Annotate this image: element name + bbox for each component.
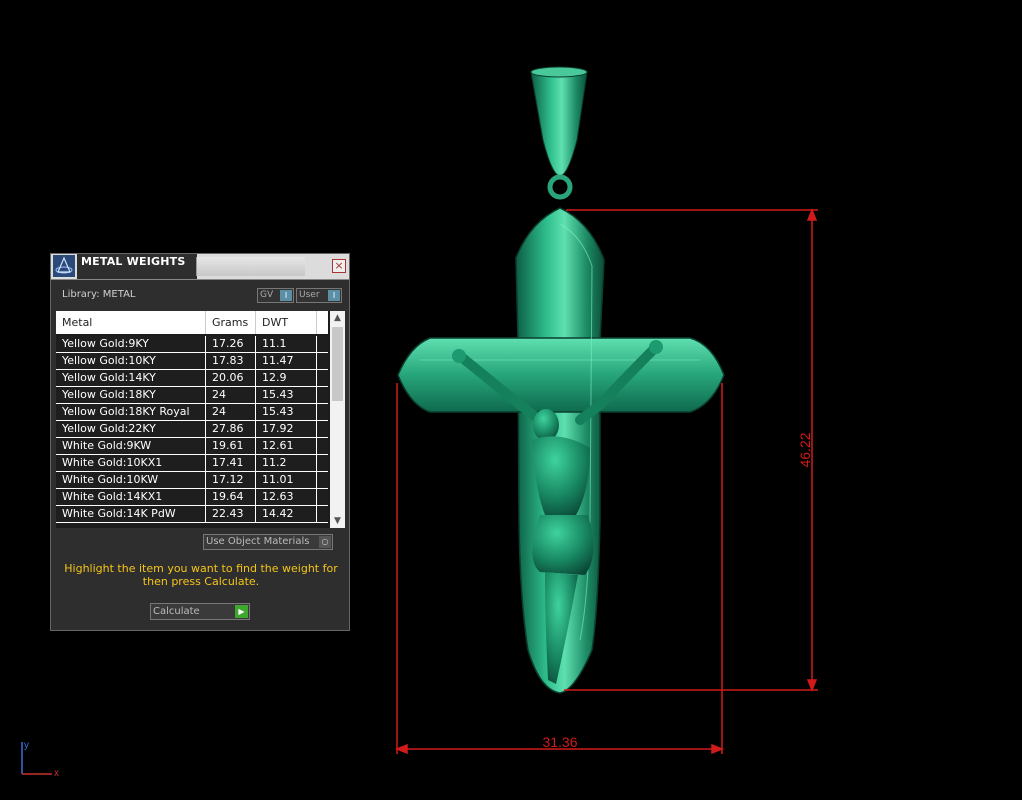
grams-cell: 20.06 <box>206 370 256 386</box>
grams-cell: 17.83 <box>206 353 256 369</box>
metal-cell: White Gold:10KX1 <box>56 455 206 471</box>
metal-cell: Yellow Gold:18KY Royal <box>56 404 206 420</box>
metal-weights-panel: METAL WEIGHTS × Library: METAL GV I User… <box>50 253 350 631</box>
dwt-cell: 12.61 <box>256 438 317 454</box>
metal-cell: Yellow Gold:9KY <box>56 336 206 352</box>
axis-y-label: y <box>24 740 29 751</box>
spacer-cell <box>317 438 328 454</box>
table-row[interactable]: White Gold:14K PdW 22.43 14.42 <box>56 506 328 523</box>
spacer-cell <box>317 472 328 488</box>
dwt-cell: 17.92 <box>256 421 317 437</box>
dwt-cell: 15.43 <box>256 387 317 403</box>
spacer-cell <box>317 421 328 437</box>
width-dimension-label: 31.36 <box>542 734 577 750</box>
metal-cell: White Gold:14K PdW <box>56 506 206 522</box>
column-header-spacer <box>317 311 328 334</box>
calculate-label: Calculate <box>153 606 200 617</box>
metal-cell: White Gold:9KW <box>56 438 206 454</box>
spacer-cell <box>317 506 328 522</box>
dwt-cell: 15.43 <box>256 404 317 420</box>
gv-toggle-label: GV <box>260 290 274 300</box>
close-button[interactable]: × <box>332 259 346 273</box>
panel-title: METAL WEIGHTS <box>81 255 186 268</box>
spacer-cell <box>317 336 328 352</box>
table-row[interactable]: Yellow Gold:22KY 27.86 17.92 <box>56 421 328 438</box>
table-scrollbar[interactable]: ▲ ▼ <box>330 311 345 528</box>
instruction-text: Highlight the item you want to find the … <box>64 562 338 588</box>
column-header-grams[interactable]: Grams <box>206 311 256 334</box>
table-row[interactable]: Yellow Gold:9KY 17.26 11.1 <box>56 336 328 353</box>
spacer-cell <box>317 353 328 369</box>
gv-toggle[interactable]: GV I <box>257 288 294 303</box>
grams-cell: 22.43 <box>206 506 256 522</box>
table-row[interactable]: Yellow Gold:18KY 24 15.43 <box>56 387 328 404</box>
grams-cell: 17.26 <box>206 336 256 352</box>
table-row[interactable]: White Gold:10KX1 17.41 11.2 <box>56 455 328 472</box>
metal-cell: White Gold:10KW <box>56 472 206 488</box>
panel-titlebar[interactable]: METAL WEIGHTS × <box>51 254 349 280</box>
table-row[interactable]: Yellow Gold:18KY Royal 24 15.43 <box>56 404 328 421</box>
user-toggle-label: User <box>299 290 320 300</box>
grams-cell: 17.41 <box>206 455 256 471</box>
table-row[interactable]: Yellow Gold:10KY 17.83 11.47 <box>56 353 328 370</box>
spacer-cell <box>317 370 328 386</box>
scroll-down-icon[interactable]: ▼ <box>330 514 345 528</box>
dwt-cell: 11.1 <box>256 336 317 352</box>
use-object-materials-label: Use Object Materials <box>206 536 310 547</box>
dwt-cell: 12.63 <box>256 489 317 505</box>
scroll-thumb[interactable] <box>332 327 343 401</box>
toggle-knob-icon: I <box>328 290 340 301</box>
calculate-button[interactable]: Calculate ▶ <box>150 603 250 620</box>
grams-cell: 17.12 <box>206 472 256 488</box>
dwt-cell: 11.01 <box>256 472 317 488</box>
spacer-cell <box>317 387 328 403</box>
grams-cell: 24 <box>206 404 256 420</box>
metal-cell: White Gold:14KX1 <box>56 489 206 505</box>
user-toggle[interactable]: User I <box>296 288 342 303</box>
pendant-bail <box>530 66 588 200</box>
dwt-cell: 11.47 <box>256 353 317 369</box>
dwt-cell: 14.42 <box>256 506 317 522</box>
axis-indicator: y x <box>21 740 59 779</box>
table-row[interactable]: Yellow Gold:14KY 20.06 12.9 <box>56 370 328 387</box>
grams-cell: 24 <box>206 387 256 403</box>
spacer-cell <box>317 455 328 471</box>
dwt-cell: 12.9 <box>256 370 317 386</box>
app-logo-icon <box>53 255 75 277</box>
table-header: Metal Grams DWT <box>56 311 328 334</box>
metal-cell: Yellow Gold:14KY <box>56 370 206 386</box>
play-icon: ▶ <box>235 605 248 618</box>
metal-cell: Yellow Gold:10KY <box>56 353 206 369</box>
column-header-metal[interactable]: Metal <box>56 311 206 334</box>
table-row[interactable]: White Gold:14KX1 19.64 12.63 <box>56 489 328 506</box>
grams-cell: 19.61 <box>206 438 256 454</box>
scroll-up-icon[interactable]: ▲ <box>330 311 345 325</box>
toggle-knob-icon: I <box>280 290 292 301</box>
metal-cell: Yellow Gold:22KY <box>56 421 206 437</box>
table-rows: Yellow Gold:9KY 17.26 11.1 Yellow Gold:10KY… <box>56 336 328 523</box>
column-header-dwt[interactable]: DWT <box>256 311 317 334</box>
grams-cell: 27.86 <box>206 421 256 437</box>
axis-x-label: x <box>54 768 59 779</box>
table-row[interactable]: White Gold:10KW 17.12 11.01 <box>56 472 328 489</box>
use-object-materials-button[interactable]: Use Object Materials ○ <box>203 534 333 550</box>
spacer-cell <box>317 489 328 505</box>
circle-icon: ○ <box>319 536 331 548</box>
grams-cell: 19.64 <box>206 489 256 505</box>
table-row[interactable]: White Gold:9KW 19.61 12.61 <box>56 438 328 455</box>
dwt-cell: 11.2 <box>256 455 317 471</box>
metal-table: Metal Grams DWT Yellow Gold:9KY 17.26 11.1… <box>56 311 345 528</box>
library-label: Library: METAL <box>62 289 136 300</box>
metal-cell: Yellow Gold:18KY <box>56 387 206 403</box>
height-dimension-label: 46.22 <box>797 432 813 467</box>
spacer-cell <box>317 404 328 420</box>
